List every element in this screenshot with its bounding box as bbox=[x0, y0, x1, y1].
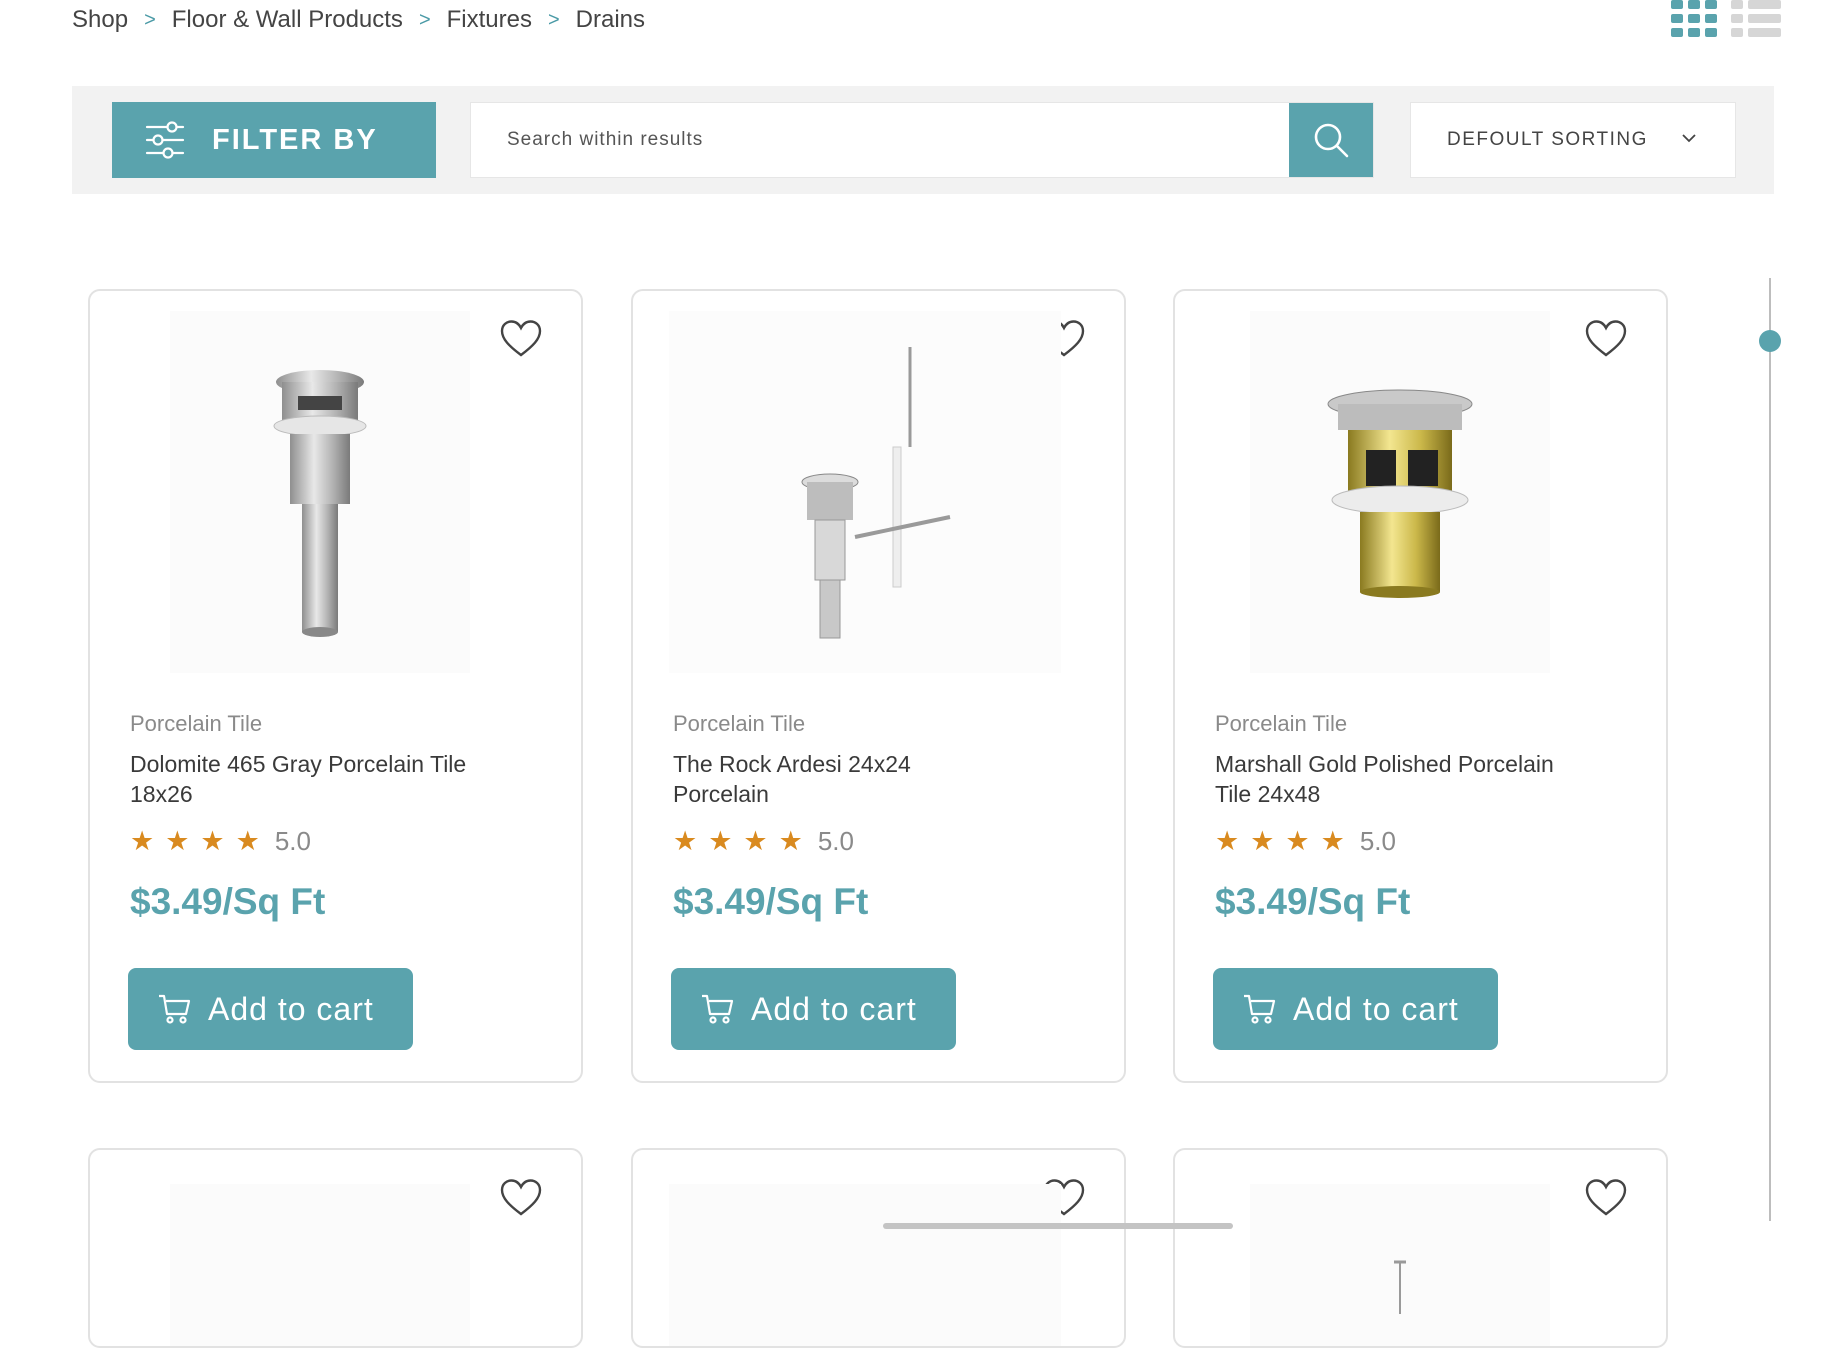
drain-product-illustration bbox=[1394, 1260, 1406, 1314]
product-rating: ★★★★ 5.0 bbox=[130, 826, 311, 857]
product-category: Porcelain Tile bbox=[130, 711, 263, 736]
filter-by-label: FILTER BY bbox=[212, 123, 378, 156]
search-box bbox=[470, 102, 1374, 178]
product-image[interactable] bbox=[1250, 1184, 1550, 1346]
product-title[interactable]: Marshall Gold Polished Porcelain Tile 24… bbox=[1215, 749, 1595, 809]
cart-icon bbox=[702, 994, 734, 1024]
product-rating: ★★★★ 5.0 bbox=[1215, 826, 1396, 857]
chevron-right-icon: > bbox=[547, 8, 560, 31]
drain-product-illustration bbox=[801, 347, 951, 639]
product-title[interactable]: Dolomite 465 Gray Porcelain Tile 18x26 bbox=[130, 749, 510, 809]
product-image[interactable] bbox=[1250, 311, 1550, 673]
product-image[interactable] bbox=[669, 1184, 1061, 1346]
breadcrumb-drains: Drains bbox=[575, 6, 646, 33]
add-to-cart-button[interactable]: Add to cart bbox=[1213, 968, 1498, 1050]
product-card: Porcelain Tile Dolomite 465 Gray Porcela… bbox=[88, 289, 583, 1083]
search-button[interactable] bbox=[1289, 103, 1373, 177]
heart-icon[interactable] bbox=[1584, 319, 1628, 359]
sort-dropdown[interactable]: DEFOULT SORTING bbox=[1410, 102, 1736, 178]
list-view-icon[interactable] bbox=[1731, 0, 1781, 40]
product-image[interactable] bbox=[170, 1184, 470, 1346]
product-image[interactable] bbox=[170, 311, 470, 673]
horizontal-scroll-indicator[interactable] bbox=[883, 1223, 1233, 1229]
rating-value: 5.0 bbox=[274, 826, 311, 856]
add-to-cart-button[interactable]: Add to cart bbox=[671, 968, 956, 1050]
heart-icon[interactable] bbox=[499, 1178, 543, 1218]
product-price: $3.49/Sq Ft bbox=[1215, 881, 1411, 922]
heart-icon[interactable] bbox=[499, 319, 543, 359]
product-category: Porcelain Tile bbox=[1215, 711, 1348, 736]
add-to-cart-label: Add to cart bbox=[208, 990, 374, 1027]
product-card: Porcelain Tile The Rock Ardesi 24x24 Por… bbox=[631, 289, 1126, 1083]
drain-product-illustration bbox=[273, 370, 367, 637]
add-to-cart-button[interactable]: Add to cart bbox=[128, 968, 413, 1050]
search-input[interactable] bbox=[471, 103, 1307, 177]
vertical-scrollbar-thumb[interactable] bbox=[1759, 330, 1781, 352]
chevron-down-icon bbox=[1682, 134, 1696, 143]
cart-icon bbox=[1244, 994, 1276, 1024]
product-category: Porcelain Tile bbox=[673, 711, 806, 736]
product-card bbox=[88, 1148, 583, 1348]
filter-sliders-icon bbox=[145, 121, 185, 159]
product-card: Porcelain Tile Marshall Gold Polished Po… bbox=[1173, 289, 1668, 1083]
add-to-cart-label: Add to cart bbox=[1293, 990, 1459, 1027]
product-card bbox=[1173, 1148, 1668, 1348]
product-image[interactable] bbox=[669, 311, 1061, 673]
view-toggles bbox=[1671, 0, 1781, 40]
star-rating-icons: ★★★★ bbox=[1215, 826, 1356, 856]
rating-value: 5.0 bbox=[817, 826, 854, 856]
cart-icon bbox=[159, 994, 191, 1024]
star-rating-icons: ★★★★ bbox=[130, 826, 271, 856]
search-icon bbox=[1314, 123, 1349, 158]
star-rating-icons: ★★★★ bbox=[673, 826, 814, 856]
rating-value: 5.0 bbox=[1359, 826, 1396, 856]
filter-toolbar: FILTER BY DEFOULT SORTING bbox=[72, 86, 1774, 194]
product-card bbox=[631, 1148, 1126, 1348]
product-title[interactable]: The Rock Ardesi 24x24 Porcelain bbox=[673, 749, 933, 809]
breadcrumb-floor-wall-products[interactable]: Floor & Wall Products bbox=[172, 6, 403, 34]
product-price: $3.49/Sq Ft bbox=[673, 881, 869, 922]
filter-by-button[interactable]: FILTER BY bbox=[112, 102, 436, 178]
heart-icon[interactable] bbox=[1584, 1178, 1628, 1218]
drain-product-illustration bbox=[1327, 389, 1473, 598]
breadcrumb-shop[interactable]: Shop bbox=[72, 6, 128, 34]
chevron-right-icon: > bbox=[418, 8, 431, 31]
vertical-scrollbar-track[interactable] bbox=[1769, 278, 1771, 1221]
breadcrumb-fixtures[interactable]: Fixtures bbox=[447, 6, 532, 34]
chevron-right-icon: > bbox=[144, 8, 156, 31]
sort-label: DEFOULT SORTING bbox=[1447, 129, 1648, 150]
product-price: $3.49/Sq Ft bbox=[130, 881, 326, 922]
grid-view-icon[interactable] bbox=[1671, 0, 1717, 40]
breadcrumb: Shop > Floor & Wall Products > Fixtures … bbox=[72, 2, 645, 38]
add-to-cart-label: Add to cart bbox=[751, 990, 917, 1027]
product-rating: ★★★★ 5.0 bbox=[673, 826, 854, 857]
